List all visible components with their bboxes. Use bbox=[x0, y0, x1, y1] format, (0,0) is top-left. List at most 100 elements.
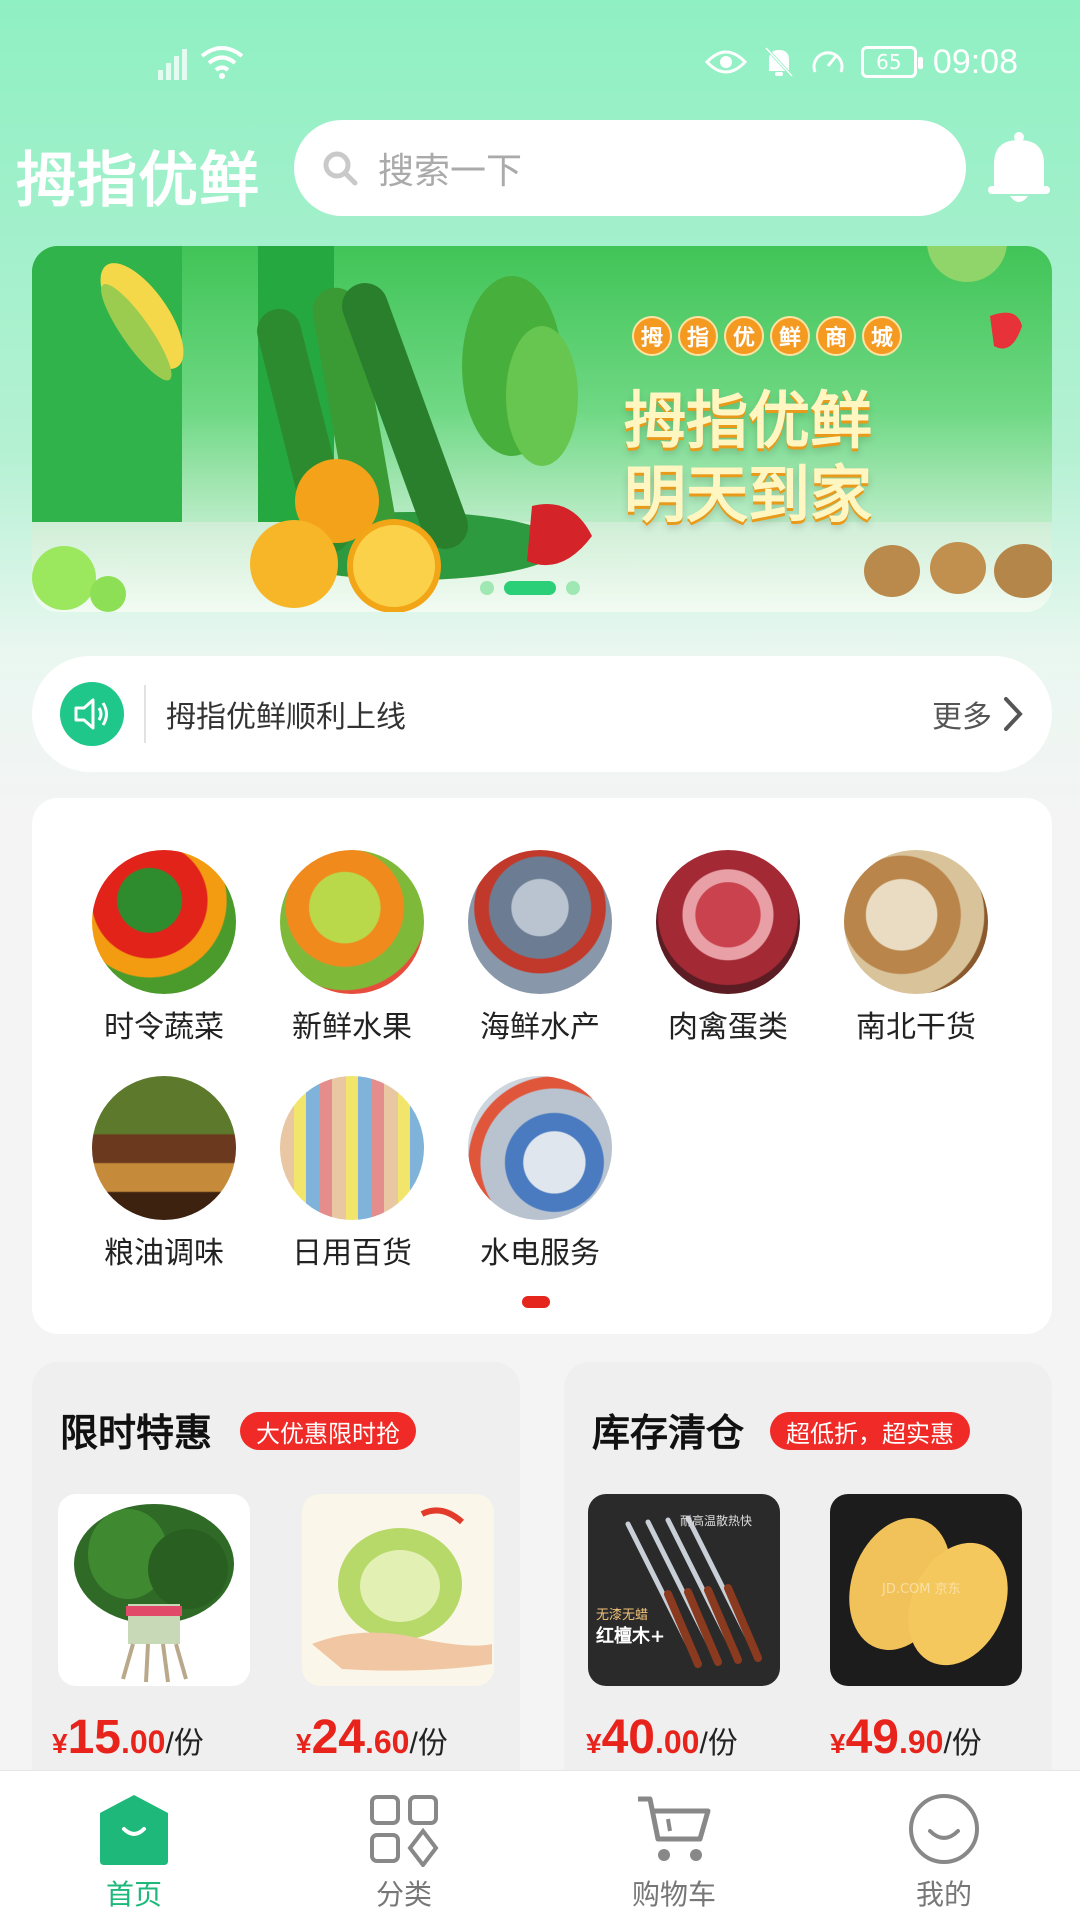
category-daily-goods[interactable]: 日用百货 bbox=[262, 1076, 442, 1272]
meat-photo bbox=[656, 850, 800, 994]
banner-badge-char: 优 bbox=[724, 316, 764, 356]
fruits-photo bbox=[280, 850, 424, 994]
image-caption: 耐高温散热快 bbox=[680, 1514, 753, 1528]
banner-dot bbox=[566, 581, 580, 595]
cart-icon bbox=[638, 1796, 711, 1861]
dried-goods-photo bbox=[844, 850, 988, 994]
product-price: ¥40.00/份 bbox=[586, 1710, 738, 1765]
category-grain-oil[interactable]: 粮油调味 bbox=[74, 1076, 254, 1272]
banner-badge-char: 指 bbox=[678, 316, 718, 356]
price-currency: ¥ bbox=[586, 1728, 602, 1759]
announcement-bar[interactable]: 拇指优鲜顺利上线 更多 bbox=[32, 656, 1052, 772]
price-currency: ¥ bbox=[52, 1728, 68, 1759]
category-label: 粮油调味 bbox=[104, 1236, 224, 1271]
utility-service-photo bbox=[468, 1076, 612, 1220]
chevron-right-icon[interactable] bbox=[1002, 696, 1024, 732]
spinach-product-image[interactable] bbox=[58, 1494, 250, 1686]
image-caption: 无漆无蜡 bbox=[596, 1608, 649, 1623]
banner-pagination bbox=[480, 581, 580, 595]
search-icon bbox=[323, 151, 358, 186]
banner-badge-char: 拇 bbox=[632, 316, 672, 356]
signal-icon bbox=[158, 44, 192, 80]
tab-label: 分类 bbox=[375, 1878, 432, 1911]
banner-subheadline: 明天到家 bbox=[624, 458, 873, 531]
price-unit: /份 bbox=[699, 1727, 738, 1760]
category-grid: 时令蔬菜 新鲜水果 海鲜水产 肉禽蛋类 南北干货 粮油调味 日用百货 水电服务 bbox=[32, 798, 1052, 1334]
daily-goods-photo bbox=[280, 1076, 424, 1220]
price-integer: 24 bbox=[311, 1711, 365, 1764]
bottom-tab-bar: 首页 分类 购物车 我的 bbox=[0, 1770, 1080, 1920]
section-badge: 大优惠限时抢 bbox=[240, 1412, 416, 1450]
tab-cart[interactable]: 购物车 bbox=[584, 1789, 764, 1913]
price-integer: 40 bbox=[601, 1711, 655, 1764]
cabbage-product-image[interactable] bbox=[302, 1494, 494, 1686]
price-currency: ¥ bbox=[830, 1728, 846, 1759]
product-price: ¥24.60/份 bbox=[296, 1710, 448, 1765]
announcement-text: 拇指优鲜顺利上线 bbox=[166, 700, 406, 735]
speaker-icon bbox=[60, 682, 124, 746]
tab-label: 我的 bbox=[915, 1878, 972, 1911]
product-price: ¥15.00/份 bbox=[52, 1710, 204, 1765]
profile-icon bbox=[909, 1794, 979, 1864]
category-fruits[interactable]: 新鲜水果 bbox=[262, 850, 442, 1046]
price-decimal: .90 bbox=[898, 1724, 944, 1760]
speedometer-icon bbox=[812, 51, 844, 73]
category-label: 海鲜水产 bbox=[480, 1010, 600, 1045]
tab-home[interactable]: 首页 bbox=[44, 1789, 224, 1913]
wifi-icon bbox=[200, 46, 244, 79]
section-title: 库存清仓 bbox=[592, 1411, 745, 1455]
category-page-indicator bbox=[522, 1296, 550, 1308]
search-placeholder: 搜索一下 bbox=[378, 151, 523, 192]
category-label: 南北干货 bbox=[856, 1010, 976, 1045]
banner-produce-illustration bbox=[32, 246, 1052, 612]
more-link[interactable]: 更多 bbox=[932, 692, 992, 736]
mute-bell-icon bbox=[764, 46, 794, 78]
home-icon bbox=[100, 1795, 168, 1865]
notification-bell-icon[interactable] bbox=[986, 130, 1052, 206]
category-seafood[interactable]: 海鲜水产 bbox=[450, 850, 630, 1046]
clock: 09:08 bbox=[932, 42, 1018, 81]
search-input[interactable]: 搜索一下 bbox=[294, 120, 966, 216]
vegetables-photo bbox=[92, 850, 236, 994]
category-label: 水电服务 bbox=[480, 1236, 600, 1271]
product-price: ¥49.90/份 bbox=[830, 1710, 982, 1765]
app-title: 拇指优鲜 bbox=[16, 146, 260, 216]
promo-banner[interactable]: 拇 指 优 鲜 商 城 拇指优鲜 明天到家 bbox=[32, 246, 1052, 612]
image-caption: 红檀木+ bbox=[596, 1626, 666, 1647]
category-label: 时令蔬菜 bbox=[104, 1010, 224, 1045]
image-watermark: JD.COM 京东 bbox=[882, 1582, 961, 1597]
category-label: 新鲜水果 bbox=[292, 1010, 412, 1045]
section-badge: 超低折，超实惠 bbox=[770, 1412, 970, 1450]
price-unit: /份 bbox=[165, 1727, 204, 1760]
price-decimal: .00 bbox=[654, 1724, 700, 1760]
category-meat[interactable]: 肉禽蛋类 bbox=[638, 850, 818, 1046]
category-label: 肉禽蛋类 bbox=[668, 1010, 788, 1045]
mango-product-image[interactable]: JD.COM 京东 bbox=[830, 1494, 1022, 1686]
category-icon bbox=[370, 1795, 439, 1867]
tab-label: 首页 bbox=[105, 1878, 162, 1911]
category-vegetables[interactable]: 时令蔬菜 bbox=[74, 850, 254, 1046]
price-decimal: .60 bbox=[364, 1724, 410, 1760]
eye-icon bbox=[704, 50, 747, 74]
banner-badge-char: 鲜 bbox=[770, 316, 810, 356]
battery-indicator: 65 bbox=[860, 46, 923, 78]
banner-dot-active bbox=[504, 581, 556, 595]
status-bar: 65 09:08 bbox=[0, 0, 1080, 120]
tab-profile[interactable]: 我的 bbox=[854, 1789, 1034, 1913]
category-label: 日用百货 bbox=[292, 1236, 412, 1271]
price-integer: 15 bbox=[67, 1711, 121, 1764]
chopsticks-product-image[interactable]: 耐高温散热快 无漆无蜡 红檀木+ bbox=[588, 1494, 780, 1686]
notice-divider bbox=[144, 685, 146, 743]
category-utility-service[interactable]: 水电服务 bbox=[450, 1076, 630, 1272]
tab-category[interactable]: 分类 bbox=[314, 1789, 494, 1913]
price-currency: ¥ bbox=[296, 1728, 312, 1759]
category-dried-goods[interactable]: 南北干货 bbox=[826, 850, 1006, 1046]
banner-dot bbox=[480, 581, 494, 595]
banner-badge-char: 商 bbox=[816, 316, 856, 356]
grain-oil-photo bbox=[92, 1076, 236, 1220]
banner-badge-char: 城 bbox=[862, 316, 902, 356]
price-integer: 49 bbox=[845, 1711, 899, 1764]
price-decimal: .00 bbox=[120, 1724, 166, 1760]
seafood-photo bbox=[468, 850, 612, 994]
price-unit: /份 bbox=[409, 1727, 448, 1760]
